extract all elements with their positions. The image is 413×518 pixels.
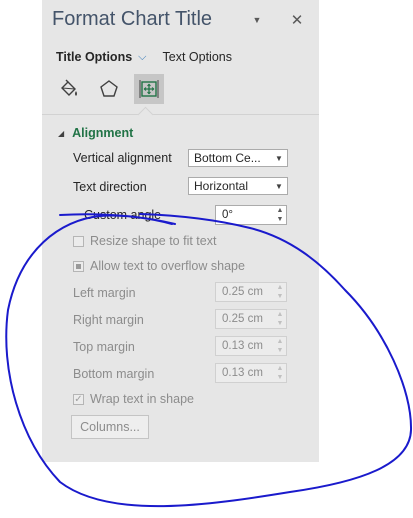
collapse-triangle-icon: ◢	[58, 128, 65, 138]
dropdown-arrow-icon: ▼	[275, 181, 283, 191]
left-margin-spinner[interactable]: 0.25 cm ▲ ▼	[215, 282, 287, 302]
spinner-arrows-icon[interactable]: ▲ ▼	[274, 310, 286, 328]
dropdown-arrow-icon: ▼	[275, 153, 283, 163]
dropdown-value: Bottom Ce...	[194, 151, 261, 165]
chevron-down-icon[interactable]: ⌵	[138, 51, 146, 64]
vertical-alignment-label: Vertical alignment	[73, 151, 172, 165]
size-properties-icon[interactable]	[134, 74, 164, 104]
wrap-text-label: Wrap text in shape	[90, 392, 194, 406]
caret-down-icon: ▼	[252, 15, 262, 25]
resize-shape-checkbox[interactable]	[73, 235, 84, 247]
wrap-text-row: ✓ Wrap text in shape	[73, 392, 194, 406]
custom-angle-label: Custom angle	[84, 208, 162, 222]
top-margin-label: Top margin	[73, 340, 135, 354]
left-margin-label: Left margin	[73, 286, 136, 300]
section-divider	[42, 114, 319, 115]
spinner-value: 0.25 cm	[222, 313, 263, 325]
allow-overflow-checkbox[interactable]	[73, 260, 84, 272]
options-tabs: Title Options ⌵ Text Options	[56, 48, 232, 66]
bottom-margin-spinner[interactable]: 0.13 cm ▲ ▼	[215, 363, 287, 383]
resize-shape-label: Resize shape to fit text	[90, 234, 217, 248]
category-icon-row	[54, 74, 164, 104]
dropdown-value: Horizontal	[194, 179, 249, 193]
active-tab-pointer	[137, 106, 154, 123]
spinner-value: 0.13 cm	[222, 340, 263, 352]
allow-overflow-row: Allow text to overflow shape	[73, 259, 245, 273]
custom-angle-spinner[interactable]: 0° ▲ ▼	[215, 205, 287, 225]
right-margin-label: Right margin	[73, 313, 144, 327]
spinner-arrows-icon[interactable]: ▲ ▼	[274, 283, 286, 301]
text-direction-row: Text direction	[73, 180, 147, 194]
columns-button[interactable]: Columns...	[71, 415, 149, 439]
top-margin-spinner[interactable]: 0.13 cm ▲ ▼	[215, 336, 287, 356]
allow-overflow-label: Allow text to overflow shape	[90, 259, 245, 273]
right-margin-spinner[interactable]: 0.25 cm ▲ ▼	[215, 309, 287, 329]
effects-pentagon-icon[interactable]	[94, 74, 124, 104]
task-pane-options-button[interactable]: ▼	[247, 10, 267, 30]
bottom-margin-row: Bottom margin	[73, 367, 154, 381]
spinner-value: 0.13 cm	[222, 367, 263, 379]
text-direction-dropdown[interactable]: Horizontal ▼	[188, 177, 288, 195]
fill-line-icon[interactable]	[54, 74, 84, 104]
vertical-alignment-row: Vertical alignment	[73, 151, 172, 165]
bottom-margin-label: Bottom margin	[73, 367, 155, 381]
tab-text-options[interactable]: Text Options	[163, 50, 232, 64]
text-direction-label: Text direction	[73, 180, 147, 194]
vertical-alignment-dropdown[interactable]: Bottom Ce... ▼	[188, 149, 288, 167]
right-margin-row: Right margin	[73, 313, 144, 327]
custom-angle-row: Custom angle	[84, 208, 161, 222]
format-chart-title-pane: Format Chart Title ▼ ✕ Title Options ⌵ T…	[42, 0, 319, 462]
top-margin-row: Top margin	[73, 340, 135, 354]
spinner-arrows-icon[interactable]: ▲ ▼	[274, 337, 286, 355]
spinner-arrows-icon[interactable]: ▲ ▼	[274, 206, 286, 224]
spinner-value: 0°	[222, 209, 233, 221]
close-pane-button[interactable]: ✕	[287, 10, 307, 30]
left-margin-row: Left margin	[73, 286, 136, 300]
alignment-section-header[interactable]: ◢ Alignment	[58, 126, 133, 140]
wrap-text-checkbox[interactable]: ✓	[73, 393, 84, 405]
spinner-value: 0.25 cm	[222, 286, 263, 298]
tab-title-options[interactable]: Title Options	[56, 50, 132, 64]
pane-title: Format Chart Title	[52, 8, 213, 30]
spinner-arrows-icon[interactable]: ▲ ▼	[274, 364, 286, 382]
resize-shape-row: Resize shape to fit text	[73, 234, 216, 248]
section-title: Alignment	[72, 126, 134, 140]
